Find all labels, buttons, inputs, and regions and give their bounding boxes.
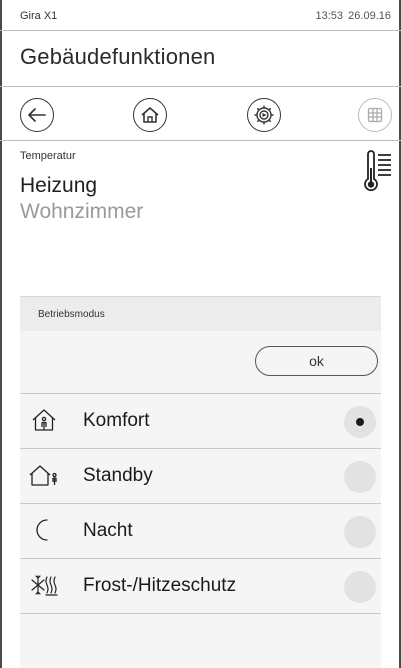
status-bar: Gira X1 13:53 26.09.16 <box>0 0 401 31</box>
option-standby[interactable]: Standby <box>20 449 381 504</box>
home-icon <box>141 107 159 123</box>
thermometer-icon <box>364 150 391 192</box>
option-komfort[interactable]: Komfort <box>20 394 381 449</box>
function-name: Heizung <box>20 174 98 197</box>
status-date: 26.09.16 <box>348 10 391 22</box>
option-label: Standby <box>83 465 153 486</box>
option-label: Komfort <box>83 410 150 431</box>
house-person-icon <box>29 405 59 435</box>
house-person-outside-icon <box>29 460 59 490</box>
device-name: Gira X1 <box>20 10 58 22</box>
option-label: Nacht <box>83 520 133 541</box>
nav-bar <box>0 87 401 140</box>
function-category: Temperatur <box>20 150 76 162</box>
back-button[interactable] <box>20 98 54 132</box>
panel-empty-area <box>20 614 381 668</box>
mode-options: Komfort Standby Nacht Frost-/Hitzeschutz <box>20 394 381 614</box>
frost-heat-icon <box>29 570 59 600</box>
radio-button[interactable] <box>344 516 376 548</box>
page-title: Gebäudefunktionen <box>20 44 216 69</box>
gear-icon <box>254 105 274 125</box>
ok-area: ok <box>20 331 381 394</box>
grid-button[interactable] <box>358 98 392 132</box>
divider <box>0 140 401 141</box>
home-button[interactable] <box>133 98 167 132</box>
settings-button[interactable] <box>247 98 281 132</box>
mode-panel-title: Betriebsmodus <box>38 309 105 320</box>
radio-button[interactable] <box>344 571 376 603</box>
radio-button-selected[interactable] <box>344 406 376 438</box>
ok-button[interactable]: ok <box>255 346 378 376</box>
arrow-left-icon <box>28 108 46 122</box>
function-room: Wohnzimmer <box>20 200 144 223</box>
status-time: 13:53 <box>315 10 343 22</box>
option-label: Frost-/Hitzeschutz <box>83 575 237 596</box>
grid-icon <box>367 107 383 123</box>
option-nacht[interactable]: Nacht <box>20 504 381 559</box>
mode-panel-header: Betriebsmodus <box>20 296 381 332</box>
radio-button[interactable] <box>344 461 376 493</box>
moon-icon <box>29 515 59 545</box>
option-frost-hitzeschutz[interactable]: Frost-/Hitzeschutz <box>20 559 381 614</box>
